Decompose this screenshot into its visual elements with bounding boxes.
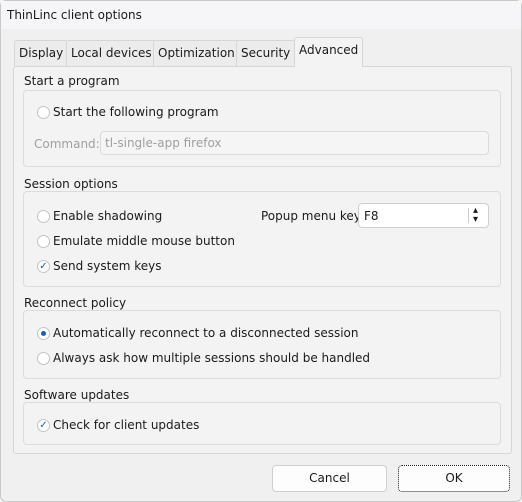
- tab-display[interactable]: Display: [14, 40, 69, 66]
- checkbox-icon: [37, 209, 50, 223]
- group-title-reconnect: Reconnect policy: [24, 296, 127, 310]
- popup-menu-key-select[interactable]: F8 ▴ ▾: [358, 203, 489, 228]
- checkmark-icon: ✓: [37, 259, 50, 273]
- enable-shadowing-checkbox[interactable]: Enable shadowing: [37, 209, 162, 223]
- send-system-keys-checkbox[interactable]: ✓ Send system keys: [37, 259, 162, 273]
- cancel-button[interactable]: Cancel: [272, 465, 387, 492]
- radio-icon: [37, 351, 50, 365]
- tab-security[interactable]: Security: [236, 40, 296, 66]
- auto-reconnect-radio[interactable]: Automatically reconnect to a disconnecte…: [37, 326, 358, 340]
- checkbox-icon: [37, 234, 50, 248]
- popup-menu-key-value: F8: [364, 209, 379, 223]
- spin-arrows-icon: ▴ ▾: [473, 205, 479, 225]
- always-ask-radio[interactable]: Always ask how multiple sessions should …: [37, 351, 370, 365]
- checkbox-icon: [37, 105, 50, 119]
- command-input[interactable]: tl-single-app firefox: [100, 131, 489, 155]
- tab-local-devices[interactable]: Local devices: [66, 40, 157, 66]
- group-start-program: [23, 90, 501, 167]
- emulate-middle-checkbox[interactable]: Emulate middle mouse button: [37, 234, 235, 248]
- ok-button[interactable]: OK: [398, 465, 510, 492]
- tab-advanced[interactable]: Advanced: [294, 37, 364, 67]
- group-title-session: Session options: [24, 177, 118, 191]
- radio-icon: [37, 326, 50, 340]
- group-title-start-program: Start a program: [24, 74, 120, 88]
- group-title-updates: Software updates: [24, 388, 130, 402]
- checkmark-icon: ✓: [37, 418, 50, 432]
- popup-menu-key-label: Popup menu key: [261, 209, 361, 223]
- check-updates-checkbox[interactable]: ✓ Check for client updates: [37, 418, 199, 432]
- tab-optimization[interactable]: Optimization: [153, 40, 240, 66]
- dialog-window: ThinLinc client options Display Local de…: [0, 0, 522, 502]
- window-title: ThinLinc client options: [7, 8, 142, 22]
- start-program-checkbox[interactable]: Start the following program: [37, 105, 219, 119]
- command-label: Command:: [34, 137, 100, 151]
- group-reconnect: [23, 310, 501, 379]
